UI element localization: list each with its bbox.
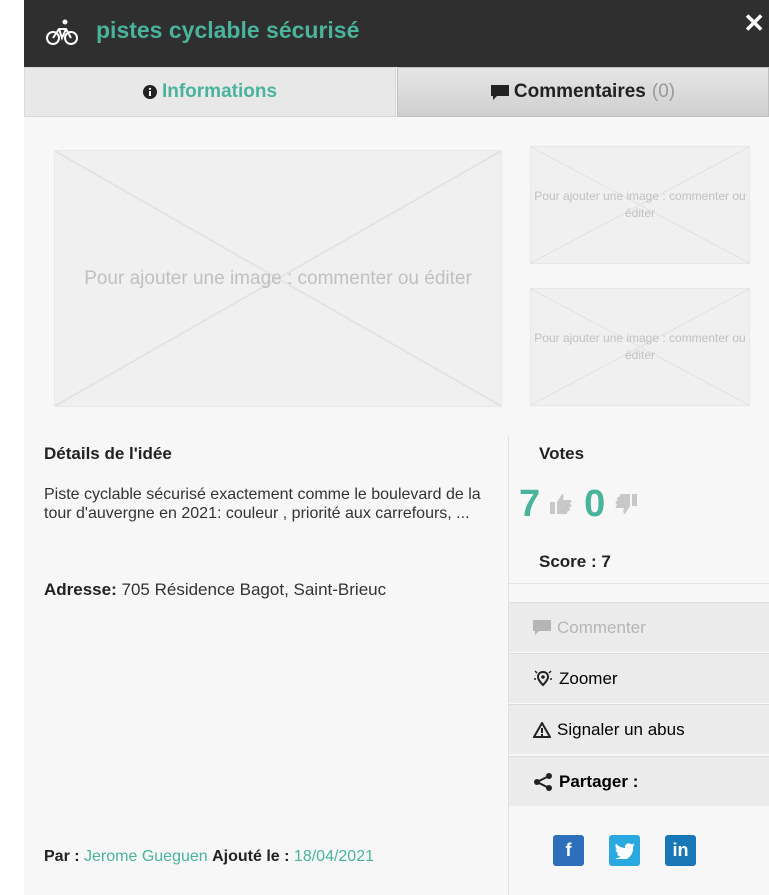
vote-counts: 7 0 <box>519 479 649 529</box>
thumbnail-placeholder-2: Pour ajouter une image : commenter ou éd… <box>530 288 750 406</box>
details-heading: Détails de l'idée <box>44 444 172 463</box>
zoom-location-icon <box>534 669 552 686</box>
address-value: 705 Résidence Bagot, Saint-Brieuc <box>121 580 387 599</box>
zoom-button[interactable]: Zoomer <box>509 653 769 703</box>
share-icon <box>534 772 552 791</box>
thumbnail-placeholder-1-text: Pour ajouter une image : commenter ou éd… <box>534 189 746 220</box>
thumbnail-placeholder-2-text: Pour ajouter une image : commenter ou éd… <box>534 331 746 362</box>
close-button[interactable]: ✕ <box>743 10 765 36</box>
main-image-placeholder: Pour ajouter une image : commenter ou éd… <box>54 150 502 407</box>
main-image-placeholder-text: Pour ajouter une image : commenter ou éd… <box>84 267 472 289</box>
votes-heading: Votes <box>539 444 585 463</box>
author-label: Par : <box>44 848 80 865</box>
upvote-count: 7 <box>519 482 541 525</box>
tab-informations[interactable]: Informations <box>24 67 396 117</box>
comment-button[interactable]: Commenter <box>509 602 769 652</box>
tab-informations-label: Informations <box>161 81 278 102</box>
twitter-icon[interactable] <box>609 835 640 866</box>
info-icon <box>142 85 157 99</box>
bicycle-icon <box>46 19 78 45</box>
comment-icon <box>490 84 509 100</box>
share-button[interactable]: Partager : <box>509 756 769 806</box>
added-date: 18/04/2021 <box>293 848 374 865</box>
downvote-count: 0 <box>584 482 606 525</box>
linkedin-icon[interactable]: in <box>665 835 696 866</box>
address: Adresse: 705 Résidence Bagot, Saint-Brie… <box>44 580 386 600</box>
thumbs-up-icon[interactable] <box>550 494 572 514</box>
idea-panel: pistes cyclable sécurisé ✕ Informations … <box>24 0 769 895</box>
report-abuse-button[interactable]: Signaler un abus <box>509 704 769 754</box>
title-bar: pistes cyclable sécurisé ✕ <box>24 0 769 67</box>
details-description: Piste cyclable sécurisé exactement comme… <box>44 486 481 522</box>
vote-sidebar: Votes 7 0 Score : 7 Commenter Zoomer Sig… <box>508 436 769 895</box>
comment-icon <box>533 620 551 635</box>
zoom-button-label: Zoomer <box>559 668 618 688</box>
share-button-label: Partager : <box>559 771 639 791</box>
tab-bar: Informations Commentaires (0) <box>24 67 769 119</box>
author-footer: Par : Jerome Gueguen Ajouté le : 18/04/2… <box>44 848 374 866</box>
date-label: Ajouté le : <box>212 848 290 865</box>
score: Score : 7 <box>539 552 611 571</box>
address-label: Adresse: <box>44 580 117 599</box>
tab-commentaires-label: Commentaires <box>513 81 646 102</box>
comments-count: (0) <box>651 81 676 102</box>
tab-commentaires[interactable]: Commentaires (0) <box>397 67 769 117</box>
author-name: Jerome Gueguen <box>84 848 208 865</box>
divider <box>509 583 769 584</box>
report-abuse-label: Signaler un abus <box>557 719 685 739</box>
idea-title: pistes cyclable sécurisé <box>96 17 360 43</box>
facebook-icon[interactable]: f <box>553 835 584 866</box>
warning-icon <box>533 721 551 738</box>
comment-button-label: Commenter <box>557 617 646 637</box>
share-buttons: f in <box>553 835 696 866</box>
thumbs-down-icon[interactable] <box>615 494 638 514</box>
thumbnail-placeholder-1: Pour ajouter une image : commenter ou éd… <box>530 146 750 264</box>
